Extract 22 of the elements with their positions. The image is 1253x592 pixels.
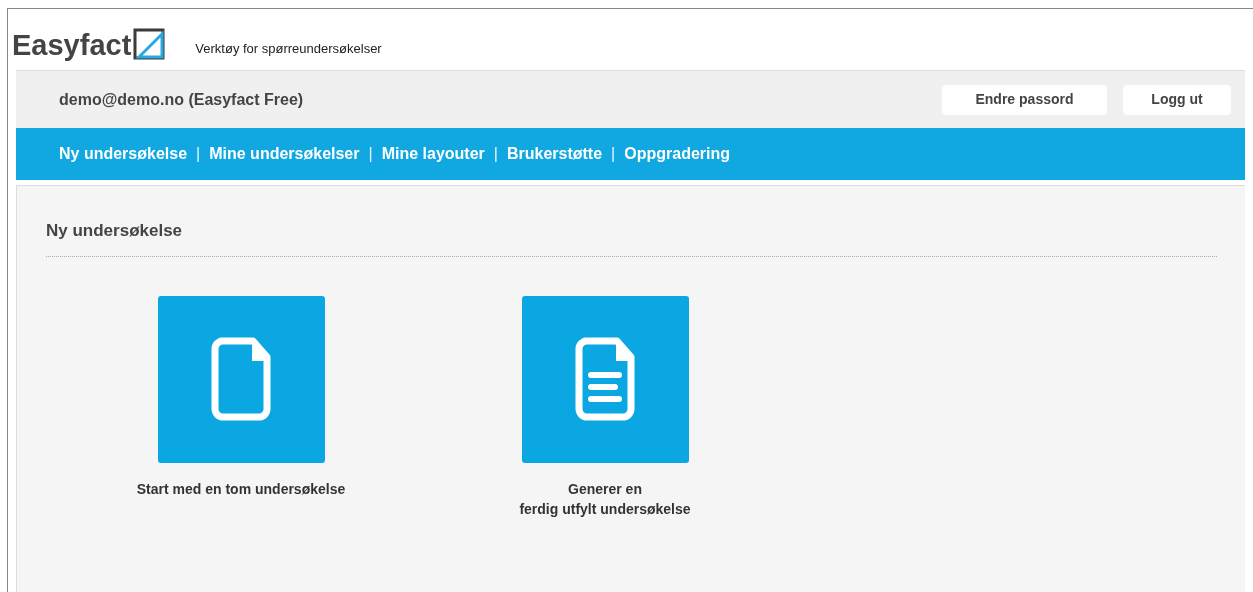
survey-option-label: Start med en tom undersøkelse bbox=[136, 479, 346, 499]
nav-link[interactable]: Brukerstøtte bbox=[506, 142, 603, 166]
nav-separator: | bbox=[195, 144, 202, 164]
logo-mark-icon bbox=[133, 28, 166, 60]
nav-link[interactable]: Oppgradering bbox=[624, 142, 731, 166]
survey-option-tile[interactable] bbox=[157, 295, 325, 463]
text-document-icon bbox=[575, 337, 635, 421]
survey-option-tile[interactable] bbox=[521, 295, 689, 463]
nav-link[interactable]: Ny undersøkelse bbox=[59, 142, 188, 166]
nav-link[interactable]: Mine layouter bbox=[381, 142, 485, 166]
nav-link[interactable]: Mine undersøkelser bbox=[209, 142, 360, 166]
logout-button[interactable]: Logg ut bbox=[1123, 84, 1231, 115]
nav-separator: | bbox=[610, 144, 617, 164]
tagline: Verktøy for spørreundersøkelser bbox=[195, 39, 382, 58]
section-title: Ny undersøkelse bbox=[46, 218, 1217, 257]
nav-separator: | bbox=[492, 144, 499, 164]
survey-option-label: Generer en ferdig utfylt undersøkelse bbox=[519, 479, 691, 519]
blank-document-icon bbox=[211, 337, 271, 421]
change-password-button[interactable]: Endre passord bbox=[942, 84, 1107, 115]
logo-wordmark: Easyfact bbox=[12, 31, 132, 60]
user-account-label: demo@demo.no (Easyfact Free) bbox=[59, 89, 304, 110]
nav-separator: | bbox=[367, 144, 374, 164]
